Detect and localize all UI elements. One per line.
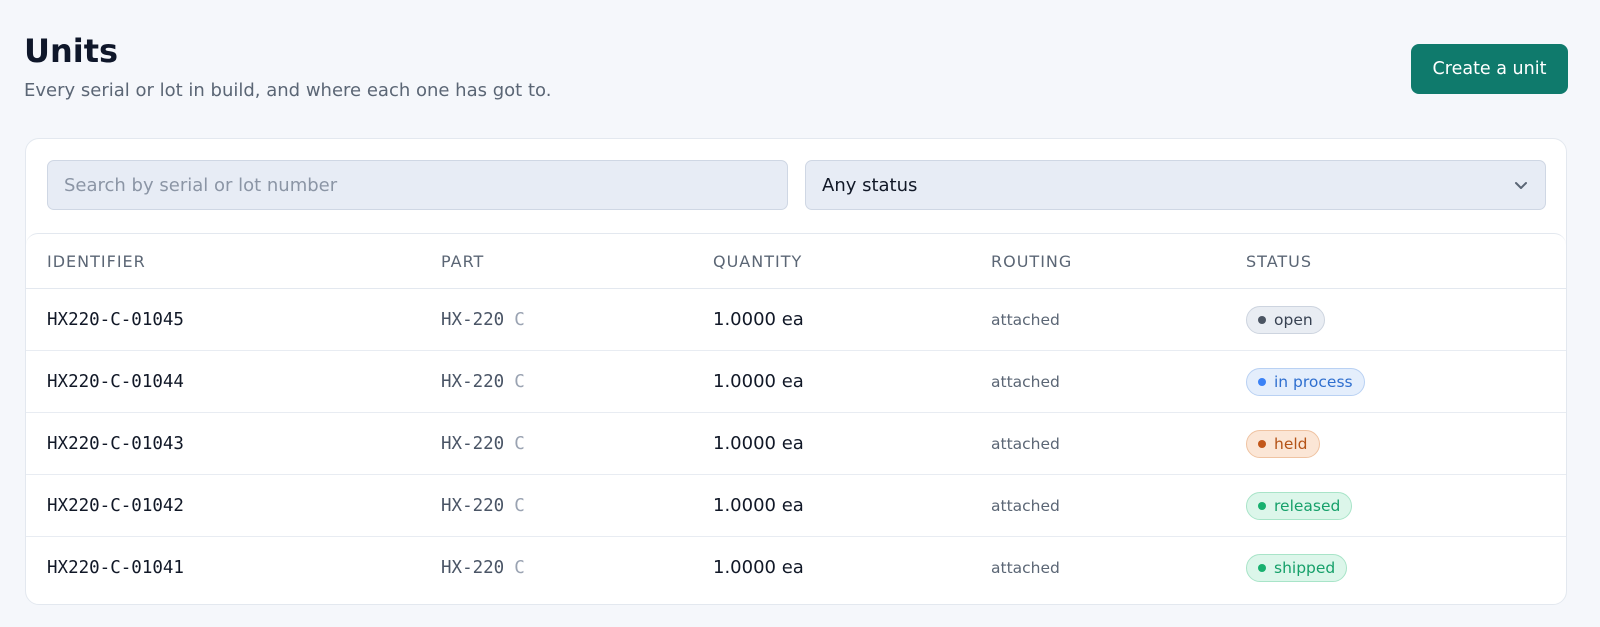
cell-quantity: 1.0000 ea bbox=[692, 288, 970, 351]
status-label: held bbox=[1274, 434, 1308, 453]
part-number[interactable]: HX-220 bbox=[441, 558, 504, 578]
column-header-part[interactable]: PART bbox=[420, 234, 692, 289]
units-page: Units Every serial or lot in build, and … bbox=[0, 0, 1600, 627]
part-number[interactable]: HX-220 bbox=[441, 496, 504, 516]
quantity-value: 1.0000 ea bbox=[713, 371, 804, 392]
units-card: Any status IDENTIFIER PART QUANTITY ROUT… bbox=[25, 138, 1567, 605]
part-revision: C bbox=[514, 433, 525, 454]
part-revision: C bbox=[514, 309, 525, 330]
part-revision: C bbox=[514, 371, 525, 392]
cell-identifier: HX220-C-01042 bbox=[26, 474, 420, 537]
part-number[interactable]: HX-220 bbox=[441, 434, 504, 454]
part-revision: C bbox=[514, 557, 525, 578]
status-dot-icon bbox=[1258, 377, 1266, 386]
table-row[interactable]: HX220-C-01044 HX-220 C 1.0000 ea attached in … bbox=[26, 350, 1566, 413]
routing-value: attached bbox=[991, 497, 1060, 515]
unit-identifier[interactable]: HX220-C-01043 bbox=[47, 434, 184, 454]
create-unit-button[interactable]: Create a unit bbox=[1411, 44, 1568, 94]
unit-identifier[interactable]: HX220-C-01044 bbox=[47, 372, 184, 392]
status-label: shipped bbox=[1274, 558, 1336, 577]
table-row[interactable]: HX220-C-01042 HX-220 C 1.0000 ea attached rel… bbox=[26, 474, 1566, 537]
page-title: Units bbox=[24, 32, 119, 70]
column-header-routing[interactable]: ROUTING bbox=[970, 234, 1225, 289]
cell-identifier: HX220-C-01045 bbox=[26, 288, 420, 351]
status-badge: held bbox=[1246, 429, 1320, 458]
quantity-value: 1.0000 ea bbox=[713, 557, 804, 579]
cell-part: HX-220 C bbox=[420, 288, 692, 351]
cell-identifier: HX220-C-01043 bbox=[26, 412, 420, 475]
status-filter-select[interactable]: Any status bbox=[805, 160, 1546, 210]
chevron-down-icon bbox=[1515, 182, 1527, 189]
cell-quantity: 1.0000 ea bbox=[692, 474, 970, 537]
routing-value: attached bbox=[991, 311, 1060, 329]
column-header-quantity[interactable]: QUANTITY bbox=[692, 234, 970, 289]
status-dot-icon bbox=[1258, 439, 1266, 448]
table-header-row: IDENTIFIER PART QUANTITY ROUTING STATUS bbox=[26, 234, 1566, 289]
status-badge: in process bbox=[1246, 367, 1365, 396]
column-header-status[interactable]: STATUS bbox=[1225, 234, 1566, 289]
part-number[interactable]: HX-220 bbox=[441, 372, 504, 392]
cell-routing: attached bbox=[970, 350, 1225, 413]
cell-part: HX-220 C bbox=[420, 412, 692, 475]
column-header-identifier[interactable]: IDENTIFIER bbox=[26, 234, 420, 289]
quantity-value: 1.0000 ea bbox=[713, 309, 804, 330]
search-input[interactable] bbox=[47, 160, 788, 210]
cell-status: shipped bbox=[1225, 537, 1566, 599]
routing-value: attached bbox=[991, 559, 1060, 578]
status-dot-icon bbox=[1258, 315, 1266, 324]
unit-identifier[interactable]: HX220-C-01041 bbox=[47, 558, 184, 578]
status-badge: open bbox=[1246, 305, 1325, 334]
cell-routing: attached bbox=[970, 474, 1225, 537]
status-select-value: Any status bbox=[822, 175, 918, 196]
cell-part: HX-220 C bbox=[420, 537, 692, 599]
status-badge: released bbox=[1246, 491, 1353, 520]
status-label: released bbox=[1274, 496, 1341, 515]
cell-identifier: HX220-C-01044 bbox=[26, 350, 420, 413]
table-row[interactable]: HX220-C-01045 HX-220 C 1.0000 ea attached ope… bbox=[26, 288, 1566, 351]
cell-routing: attached bbox=[970, 537, 1225, 599]
table-row[interactable]: HX220-C-01043 HX-220 C 1.0000 ea attached hel… bbox=[26, 412, 1566, 475]
units-table-wrap: IDENTIFIER PART QUANTITY ROUTING STATUS … bbox=[26, 233, 1566, 604]
page-subtitle: Every serial or lot in build, and where … bbox=[24, 80, 552, 101]
units-table: IDENTIFIER PART QUANTITY ROUTING STATUS … bbox=[26, 234, 1566, 599]
unit-identifier[interactable]: HX220-C-01042 bbox=[47, 496, 184, 516]
status-label: open bbox=[1274, 310, 1313, 329]
quantity-value: 1.0000 ea bbox=[713, 433, 804, 454]
unit-identifier[interactable]: HX220-C-01045 bbox=[47, 310, 184, 330]
quantity-value: 1.0000 ea bbox=[713, 495, 804, 516]
cell-part: HX-220 C bbox=[420, 474, 692, 537]
cell-quantity: 1.0000 ea bbox=[692, 537, 970, 599]
cell-part: HX-220 C bbox=[420, 350, 692, 413]
part-number[interactable]: HX-220 bbox=[441, 310, 504, 330]
cell-status: in process bbox=[1225, 350, 1566, 413]
status-dot-icon bbox=[1258, 501, 1266, 510]
cell-status: released bbox=[1225, 474, 1566, 537]
cell-status: open bbox=[1225, 288, 1566, 351]
cell-routing: attached bbox=[970, 412, 1225, 475]
table-row[interactable]: HX220-C-01041 HX-220 C 1.0000 ea attached shi… bbox=[26, 537, 1566, 599]
status-label: in process bbox=[1274, 372, 1353, 391]
status-dot-icon bbox=[1258, 563, 1266, 572]
routing-value: attached bbox=[991, 373, 1060, 391]
cell-routing: attached bbox=[970, 288, 1225, 351]
status-badge: shipped bbox=[1246, 553, 1348, 582]
cell-quantity: 1.0000 ea bbox=[692, 350, 970, 413]
cell-identifier: HX220-C-01041 bbox=[26, 537, 420, 599]
part-revision: C bbox=[514, 495, 525, 516]
routing-value: attached bbox=[991, 435, 1060, 453]
cell-status: held bbox=[1225, 412, 1566, 475]
cell-quantity: 1.0000 ea bbox=[692, 412, 970, 475]
